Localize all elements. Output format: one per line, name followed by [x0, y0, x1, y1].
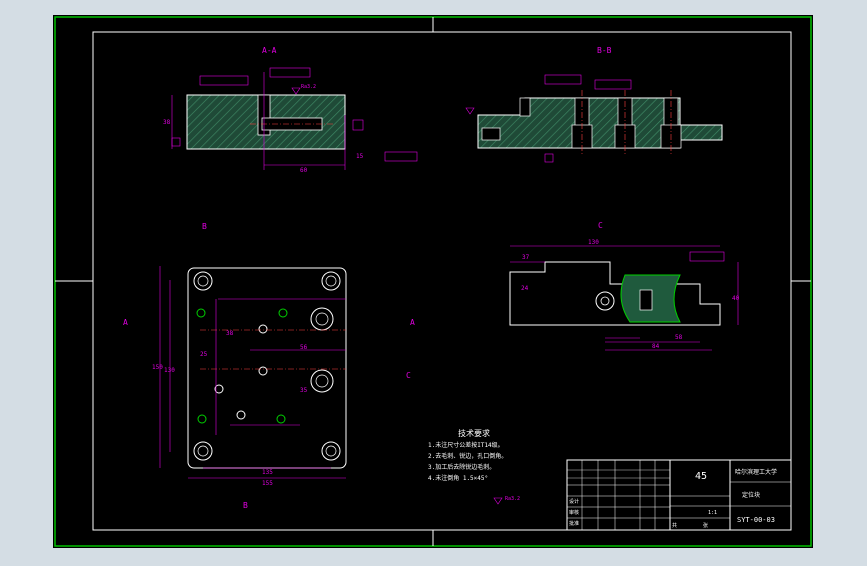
main-d1: 38	[226, 330, 234, 337]
cad-drawing-svg: A-A 60 38 15 Ra3.2 B-B C 130 37 24 40 58…	[0, 0, 867, 562]
section-aa-height: 38	[163, 119, 171, 126]
main-h2: 150	[152, 364, 163, 371]
roughness-general: Ra3.2	[505, 496, 520, 502]
design-label: 设计	[569, 498, 579, 505]
part-name: 定位块	[742, 491, 760, 499]
scale-value: 1:1	[708, 510, 717, 516]
notes-heading: 技术要求	[458, 428, 490, 438]
section-aa-title: A-A	[262, 46, 277, 55]
c-bottom-b: 58	[675, 334, 683, 341]
qty-label: 共	[672, 522, 677, 529]
c-right: 40	[732, 295, 740, 302]
notes-line-3: 3.加工后去除锐边毛刺。	[428, 463, 495, 471]
c-bottom-c: 84	[652, 343, 660, 350]
material-value: 45	[695, 471, 707, 482]
notes-line-1: 1.未注尺寸公差按IT14级。	[428, 441, 504, 449]
main-d5: 25	[200, 351, 208, 358]
label-a-right: A	[410, 318, 415, 327]
label-a-left: A	[123, 318, 128, 327]
main-w1: 135	[262, 469, 273, 476]
roughness-aa: Ra3.2	[301, 84, 316, 90]
c-length: 130	[588, 239, 599, 246]
main-w2: 155	[262, 480, 273, 487]
main-d3: 35	[300, 387, 308, 394]
sheet-label: 张	[703, 522, 708, 529]
section-bb-title: B-B	[597, 46, 612, 55]
main-d2: 56	[300, 344, 308, 351]
view-c-bore	[639, 289, 653, 311]
view-c-title: C	[598, 221, 603, 230]
notes-line-4: 4.未注倒角 1.5×45°	[428, 474, 488, 482]
label-b-bottom: B	[243, 501, 248, 510]
bb-slot	[481, 127, 501, 141]
drawing-number: SYT-00-03	[737, 516, 775, 524]
cad-viewport[interactable]: A-A 60 38 15 Ra3.2 B-B C 130 37 24 40 58…	[0, 0, 867, 562]
school-name: 哈尔滨理工大学	[735, 468, 777, 476]
section-aa-length: 60	[300, 167, 308, 174]
label-c: C	[406, 371, 411, 380]
notes-line-2: 2.去毛刺、锐边，孔口倒角。	[428, 452, 507, 460]
c-left: 37	[522, 254, 530, 261]
section-aa-right: 15	[356, 153, 364, 160]
bb-pocket-1	[519, 97, 531, 117]
main-h1: 130	[164, 367, 175, 374]
check-label: 审核	[569, 509, 579, 516]
label-b-top: B	[202, 222, 207, 231]
approve-label: 批准	[569, 520, 579, 527]
c-height: 24	[521, 285, 529, 292]
